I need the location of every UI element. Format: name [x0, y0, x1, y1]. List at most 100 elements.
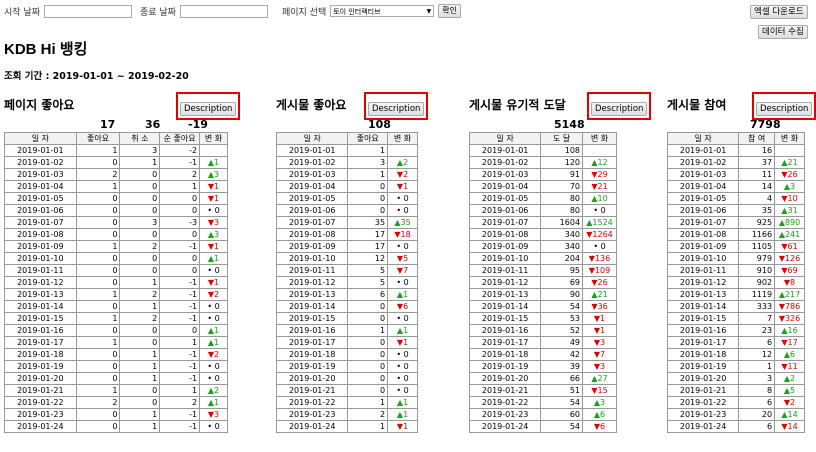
table-row: 2019-01-21 51 ▼15: [468, 384, 617, 397]
table-row: 2019-01-16 23 ▲16: [666, 324, 805, 337]
value-cell: 340: [540, 228, 584, 241]
value-cell: 108: [540, 144, 584, 157]
table-row: 2019-01-14 0 1 -1 • 0: [4, 300, 228, 313]
change-cell: ▼2: [774, 396, 805, 409]
change-cell: ▲6: [582, 408, 617, 421]
table-row: 2019-01-04 1 0 1 ▼1: [4, 180, 228, 193]
organic-reach-table: 일 자도 달변 화 2019-01-01 108 2019-01-02 120 ▲12 2…: [468, 132, 617, 433]
total-engagement: 7798: [750, 118, 781, 131]
value-cell: 0: [75, 420, 121, 433]
change-cell: • 0: [387, 360, 418, 373]
date-cell: 2019-01-14: [468, 300, 542, 313]
value-cell: 0: [119, 228, 161, 241]
table-row: 2019-01-05 80 ▲10: [468, 192, 617, 205]
date-cell: 2019-01-01: [275, 144, 349, 157]
column-header: 참 여: [738, 132, 776, 145]
change-cell: ▲16: [774, 324, 805, 337]
confirm-button[interactable]: 확인: [438, 4, 461, 18]
date-cell: 2019-01-01: [4, 144, 77, 157]
value-cell: 11: [738, 168, 776, 181]
date-cell: 2019-01-13: [275, 288, 349, 301]
value-cell: 12: [347, 252, 389, 265]
end-date-input[interactable]: [179, 4, 268, 18]
section-title: 페이지 좋아요: [4, 98, 75, 112]
date-cell: 2019-01-10: [666, 252, 740, 265]
date-cell: 2019-01-16: [275, 324, 349, 337]
value-cell: 17: [347, 240, 389, 253]
change-cell: ▼6: [387, 300, 418, 313]
date-cell: 2019-01-15: [666, 312, 740, 325]
description-button[interactable]: Description: [368, 102, 425, 116]
change-cell: • 0: [199, 264, 228, 277]
date-cell: 2019-01-07: [275, 216, 349, 229]
change-cell: ▲3: [582, 396, 617, 409]
column-header: 도 달: [540, 132, 584, 145]
change-cell: ▲217: [774, 288, 805, 301]
value-cell: 16: [738, 144, 776, 157]
period-text: 조회 기간 : 2019-01-01 ~ 2019-02-20: [4, 71, 189, 82]
description-button[interactable]: Description: [180, 102, 237, 116]
table-row: 2019-01-07 1604 ▲1524: [468, 216, 617, 229]
change-cell: ▼3: [582, 360, 617, 373]
value-cell: 1: [119, 300, 161, 313]
date-cell: 2019-01-12: [275, 276, 349, 289]
change-cell: • 0: [387, 348, 418, 361]
table-row: 2019-01-09 1105 ▼61: [666, 240, 805, 253]
date-cell: 2019-01-23: [4, 408, 77, 421]
date-cell: 2019-01-23: [666, 408, 740, 421]
data-collect-button[interactable]: 데이터 수집: [758, 25, 808, 39]
value-cell: 54: [540, 420, 584, 433]
date-cell: 2019-01-08: [4, 228, 77, 241]
page-likes-table: 일 자 좋아요 취 소순 좋아요 변 화 2019-01-01 1 3 -2 2019-01-…: [4, 132, 228, 433]
change-cell: ▲12: [582, 156, 617, 169]
table-row: 2019-01-19 1 ▼11: [666, 360, 805, 373]
value-cell: 23: [738, 324, 776, 337]
value-cell: 1166: [738, 228, 776, 241]
change-cell: ▼61: [774, 240, 805, 253]
value-cell: -2: [159, 144, 201, 157]
value-cell: 0: [75, 204, 121, 217]
table-row: 2019-01-06 0 • 0: [275, 204, 418, 217]
excel-download-button[interactable]: 엑셀 다운로드: [750, 5, 808, 19]
value-cell: 0: [347, 192, 389, 205]
value-cell: -1: [159, 156, 201, 169]
value-cell: -1: [159, 408, 201, 421]
change-cell: ▲3: [199, 168, 228, 181]
change-cell: ▼1: [387, 180, 418, 193]
change-cell: ▼7: [387, 264, 418, 277]
value-cell: 53: [540, 312, 584, 325]
date-cell: 2019-01-11: [468, 264, 542, 277]
date-cell: 2019-01-22: [666, 396, 740, 409]
value-cell: 0: [75, 216, 121, 229]
change-cell: ▼17: [774, 336, 805, 349]
value-cell: 1: [75, 312, 121, 325]
value-cell: 6: [738, 336, 776, 349]
date-cell: 2019-01-09: [468, 240, 542, 253]
value-cell: -1: [159, 276, 201, 289]
page-select[interactable]: 토이 인터랙티브 ▼: [330, 5, 435, 17]
description-button[interactable]: Description: [756, 102, 813, 116]
column-header: 일 자: [468, 132, 542, 145]
section-title: 게시물 참여: [667, 98, 727, 112]
table-row: 2019-01-17 49 ▼3: [468, 336, 617, 349]
change-cell: ▼5: [387, 252, 418, 265]
change-cell: • 0: [387, 204, 418, 217]
value-cell: 333: [738, 300, 776, 313]
change-cell: ▼1: [387, 336, 418, 349]
table-row: 2019-01-08 1166 ▲241: [666, 228, 805, 241]
value-cell: 3: [119, 216, 161, 229]
change-cell: ▼15: [582, 384, 617, 397]
value-cell: 1: [75, 144, 121, 157]
date-cell: 2019-01-04: [468, 180, 542, 193]
value-cell: 0: [119, 180, 161, 193]
change-cell: • 0: [387, 240, 418, 253]
value-cell: 0: [75, 192, 121, 205]
start-date-input[interactable]: [43, 4, 132, 18]
date-cell: 2019-01-22: [275, 396, 349, 409]
change-cell: ▼6: [582, 420, 617, 433]
description-button[interactable]: Description: [591, 102, 648, 116]
value-cell: 1: [75, 288, 121, 301]
table-row: 2019-01-17 6 ▼17: [666, 336, 805, 349]
change-cell: ▼109: [582, 264, 617, 277]
value-cell: 0: [159, 252, 201, 265]
